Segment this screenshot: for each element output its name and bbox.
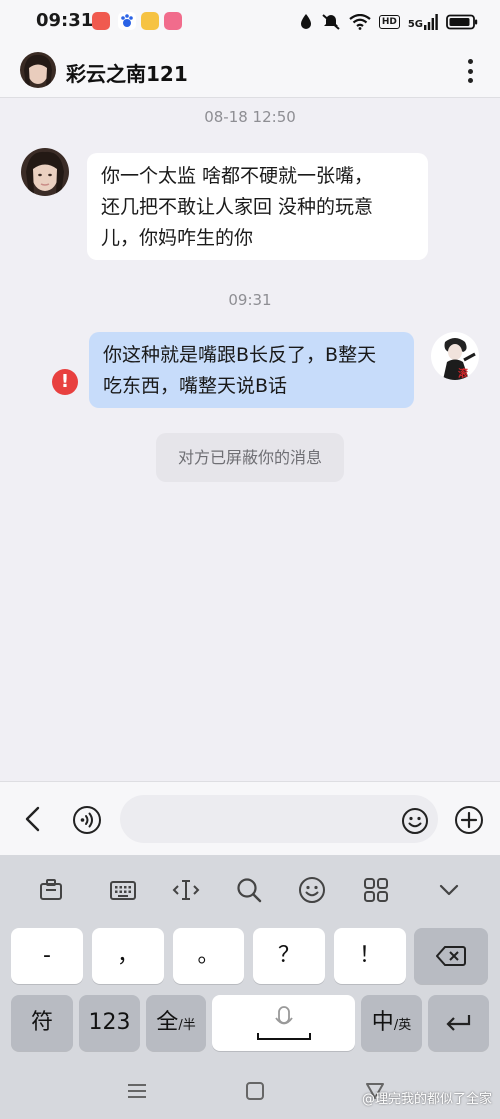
keyboard-toolbar [0, 855, 500, 923]
key-comma[interactable]: ， [92, 928, 164, 984]
incoming-message-bubble[interactable]: 你一个太监 啥都不硬就一张嘴， 还几把不敢让人家回 没种的玩意 儿，你妈咋生的你 [87, 153, 428, 260]
signal-icon: 5G [408, 14, 438, 30]
menu-icon[interactable] [126, 1081, 148, 1101]
emoji-icon[interactable] [297, 875, 327, 905]
outgoing-message-bubble[interactable]: 你这种就是嘴跟B长反了，B整天 吃东西，嘴整天说B话 [89, 332, 414, 408]
enter-key[interactable] [428, 995, 489, 1051]
wifi-icon [349, 14, 371, 30]
status-bar: 09:31 HD 5G [0, 0, 500, 44]
avatar-char: 滚 [458, 367, 469, 380]
clipboard-icon[interactable] [36, 875, 66, 905]
key-dash[interactable]: - [11, 928, 83, 984]
contact-avatar[interactable] [20, 52, 56, 88]
navigation-bar: @理完我的都似了全家 [0, 1070, 500, 1119]
battery-icon [446, 14, 478, 30]
timestamp: 08-18 12:50 [204, 108, 296, 126]
voice-icon[interactable] [72, 805, 102, 835]
key-period[interactable]: 。 [173, 928, 244, 984]
delete-key[interactable] [414, 928, 488, 984]
symbols-key[interactable]: 符 [11, 995, 73, 1051]
status-time: 09:31 [36, 10, 94, 31]
cursor-icon[interactable] [171, 875, 201, 905]
add-icon[interactable] [454, 805, 484, 835]
location-icon [300, 14, 311, 29]
search-icon[interactable] [234, 875, 264, 905]
music-app-icon [92, 12, 110, 30]
more-vertical-icon[interactable] [460, 56, 480, 86]
send-failed-icon[interactable]: ! [52, 369, 78, 395]
watermark: @理完我的都似了全家 [361, 1092, 492, 1107]
message-line: 儿，你妈咋生的你 [101, 227, 254, 249]
language-key[interactable]: 中/英 [361, 995, 422, 1051]
input-bar [0, 781, 500, 855]
contact-name: 彩云之南121 [66, 62, 188, 86]
fullwidth-key[interactable]: 全/半 [146, 995, 206, 1051]
microphone-icon [256, 1006, 311, 1040]
message-line: 吃东西，嘴整天说B话 [103, 375, 288, 397]
backspace-icon [435, 946, 466, 966]
emoji-icon[interactable] [401, 807, 429, 835]
space-key[interactable] [212, 995, 355, 1051]
network-label: 5G [407, 19, 423, 30]
fullwidth-main: 全 [156, 1010, 179, 1035]
keyboard-icon[interactable] [108, 875, 138, 905]
language-sub: /英 [393, 1018, 412, 1033]
incoming-avatar[interactable] [21, 148, 69, 196]
message-line: 还几把不敢让人家回 没种的玩意 [101, 196, 374, 218]
language-main: 中 [371, 1010, 394, 1035]
grid-icon[interactable] [361, 875, 391, 905]
message-line: 你这种就是嘴跟B长反了，B整天 [103, 344, 377, 366]
enter-icon [445, 1015, 470, 1031]
my-avatar[interactable]: 滚 [431, 332, 479, 380]
timestamp: 09:31 [228, 291, 272, 309]
collapse-icon[interactable] [434, 875, 464, 905]
message-input[interactable] [120, 795, 438, 843]
mute-icon [322, 14, 340, 30]
system-notice: 对方已屏蔽你的消息 [156, 433, 344, 482]
message-line: 你一个太监 啥都不硬就一张嘴， [101, 165, 374, 187]
numbers-key[interactable]: 123 [79, 995, 140, 1051]
baidu-app-icon [118, 12, 136, 30]
vlog-app-icon [164, 12, 182, 30]
fullwidth-sub: /半 [178, 1018, 196, 1033]
key-exclamation[interactable]: ！ [334, 928, 406, 984]
notes-app-icon [141, 12, 159, 30]
chat-header: 彩云之南121 [0, 44, 500, 98]
back-icon[interactable] [20, 804, 46, 834]
hd-badge: HD [378, 15, 400, 29]
home-icon[interactable] [245, 1081, 265, 1101]
key-question[interactable]: ？ [253, 928, 325, 984]
